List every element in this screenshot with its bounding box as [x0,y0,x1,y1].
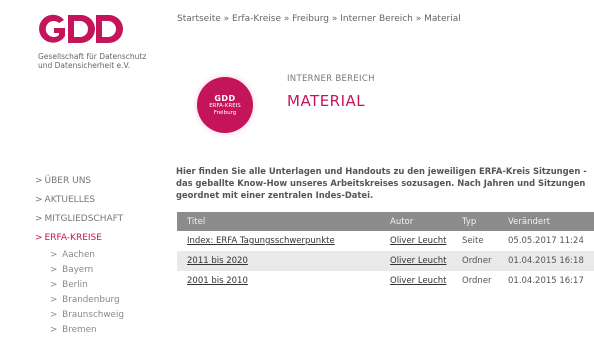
logo-subtitle: Gesellschaft für Datenschutz und Datensi… [38,52,168,70]
column-header-veraendert[interactable]: Verändert [498,212,594,231]
intro-line: geordnet mit einer zentralen Indes-Datei… [176,190,374,200]
erfa-kreis-badge: GDD ERFA-KREIS Freiburg [190,70,260,140]
nav-arrow-icon: > [50,310,58,320]
subnav-item-berlin[interactable]: > Berlin [35,278,124,293]
badge-city-text: Freiburg [213,109,237,116]
table-header-row: Titel Autor Typ Verändert [177,212,594,231]
gdd-logo-mark [39,14,123,43]
subnav-item-label: Berlin [62,280,88,290]
sidebar-item-label: AKTUELLES [44,195,96,205]
badge-gdd-text: GDD [214,93,236,103]
row-author-link[interactable]: Oliver Leucht [380,271,452,291]
sidebar-item-label: ÜBER UNS [44,176,92,186]
nav-arrow-icon: > [50,325,58,335]
row-modified: 05.05.2017 11:24 [508,236,584,246]
breadcrumb-material: Material [424,14,461,24]
row-author-link[interactable]: Oliver Leucht [380,251,452,271]
sidebar-nav: > ÜBER UNS > AKTUELLES > MITGLIEDSCHAFT > ER… [35,172,124,338]
table-row: Index: ERFA Tagungsschwerpunkte Oliver L… [177,231,594,251]
sidebar-item-label: MITGLIEDSCHAFT [44,214,124,224]
row-type: Ordner [462,276,492,286]
subnav-item-label: Bremen [62,325,97,335]
logo-subtitle-line1: Gesellschaft für Datenschutz [38,52,147,61]
subnav-item-bayern[interactable]: > Bayern [35,263,124,278]
nav-arrow-icon: > [35,233,43,243]
breadcrumb-interner-bereich[interactable]: Interner Bereich [340,14,413,24]
row-title-link[interactable]: 2011 bis 2020 [177,251,380,271]
sidebar-item-erfa-kreise[interactable]: > ERFA-KREISE [35,229,124,248]
intro-line: das geballte Know-How unseres Arbeitskre… [176,178,586,188]
breadcrumb: Startseite » Erfa-Kreise » Freiburg » In… [177,14,461,24]
subnav-item-label: Braunschweig [62,310,124,320]
sidebar-item-ueber-uns[interactable]: > ÜBER UNS [35,172,124,191]
nav-arrow-icon: > [35,214,43,224]
page-title: MATERIAL [287,92,366,110]
breadcrumb-startseite[interactable]: Startseite [177,14,221,24]
breadcrumb-separator: » [328,14,341,24]
table-row: 2001 bis 2010 Oliver Leucht Ordner 01.04… [177,271,594,291]
nav-arrow-icon: > [50,250,58,260]
subnav-item-label: Bayern [62,265,94,275]
intro-line: Hier finden Sie alle Unterlagen und Hand… [176,166,587,176]
subnav-item-braunschweig[interactable]: > Braunschweig [35,308,124,323]
nav-arrow-icon: > [50,295,58,305]
logo-subtitle-line2: und Datensicherheit e.V. [38,61,131,70]
row-modified: 01.04.2015 16:18 [498,251,594,271]
nav-arrow-icon: > [35,176,43,186]
badge-erfa-kreis-text: ERFA-KREIS [209,102,241,109]
table-row: 2011 bis 2020 Oliver Leucht Ordner 01.04… [177,251,594,271]
sidebar-item-label: ERFA-KREISE [44,233,102,243]
sidebar-item-aktuelles[interactable]: > AKTUELLES [35,191,124,210]
subnav-item-bremen[interactable]: > Bremen [35,323,124,338]
nav-arrow-icon: > [50,265,58,275]
nav-arrow-icon: > [35,195,43,205]
breadcrumb-freiburg[interactable]: Freiburg [292,14,329,24]
row-modified: 01.04.2015 16:17 [508,276,584,286]
intro-text: Hier finden Sie alle Unterlagen und Hand… [176,165,594,201]
nav-arrow-icon: > [50,280,58,290]
subnav-item-aachen[interactable]: > Aachen [35,248,124,263]
breadcrumb-erfa-kreise[interactable]: Erfa-Kreise [232,14,281,24]
sidebar-item-mitgliedschaft[interactable]: > MITGLIEDSCHAFT [35,210,124,229]
breadcrumb-separator: » [220,14,233,24]
breadcrumb-separator: » [412,14,425,24]
row-title-link[interactable]: 2001 bis 2010 [177,271,380,291]
material-table: Titel Autor Typ Verändert Index: ERFA Ta… [177,212,594,291]
gdd-logo[interactable]: Gesellschaft für Datenschutz und Datensi… [38,12,146,70]
subnav-item-brandenburg[interactable]: > Brandenburg [35,293,124,308]
section-subtitle: INTERNER BEREICH [287,74,375,84]
row-author-link[interactable]: Oliver Leucht [380,231,452,251]
subnav-item-label: Aachen [62,250,95,260]
column-header-autor[interactable]: Autor [380,212,452,231]
column-header-typ[interactable]: Typ [452,212,498,231]
row-title-link[interactable]: Index: ERFA Tagungsschwerpunkte [177,231,380,251]
row-type: Seite [462,236,484,246]
breadcrumb-separator: » [281,14,293,24]
column-header-titel[interactable]: Titel [177,212,380,231]
row-type: Ordner [452,251,498,271]
subnav-item-label: Brandenburg [62,295,120,305]
